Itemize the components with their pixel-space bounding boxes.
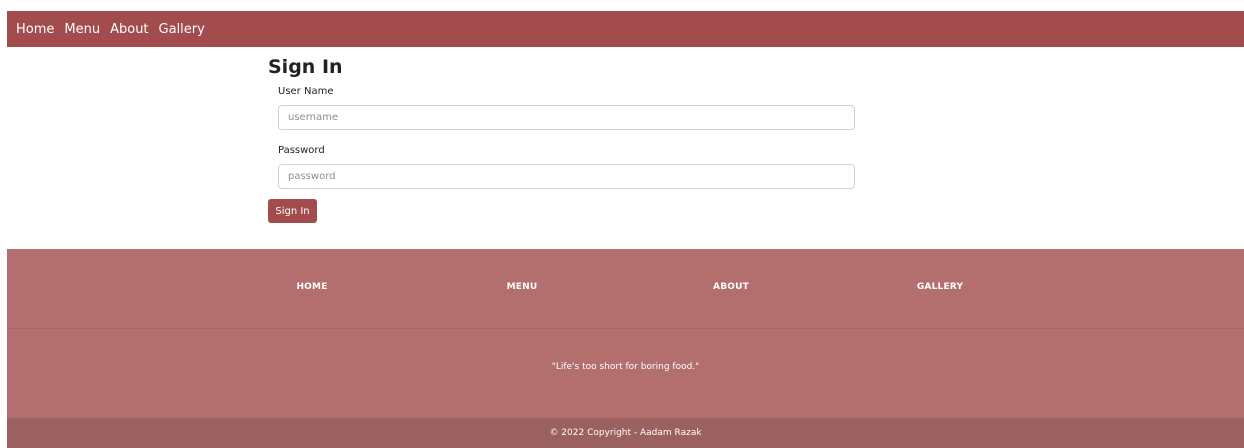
copyright-bar: © 2022 Copyright - Aadam Razak [7, 418, 1244, 448]
nav-link-gallery[interactable]: Gallery [159, 22, 205, 37]
page: Home Menu About Gallery Sign In User Nam… [0, 0, 1244, 448]
page-title: Sign In [268, 56, 343, 78]
footer-nav: HOME MENU ABOUT GALLERY [7, 249, 1244, 329]
top-navbar: Home Menu About Gallery [7, 11, 1244, 47]
signin-button[interactable]: Sign In [268, 199, 317, 223]
copyright-text: © 2022 Copyright - Aadam Razak [549, 428, 702, 438]
footer: HOME MENU ABOUT GALLERY "Life's too shor… [7, 249, 1244, 448]
footer-link-menu[interactable]: MENU [507, 282, 538, 292]
password-input[interactable] [278, 164, 855, 189]
footer-quote: "Life's too short for boring food." [551, 362, 700, 372]
signin-form: Sign In User Name Password Sign In [268, 55, 858, 223]
footer-link-gallery[interactable]: GALLERY [917, 282, 963, 292]
password-label: Password [278, 145, 325, 156]
username-input[interactable] [278, 105, 855, 130]
nav-link-menu[interactable]: Menu [64, 22, 100, 37]
nav-link-home[interactable]: Home [16, 22, 54, 37]
footer-link-home[interactable]: HOME [296, 282, 327, 292]
username-label: User Name [278, 86, 334, 97]
footer-link-about[interactable]: ABOUT [713, 282, 749, 292]
nav-link-about[interactable]: About [110, 22, 148, 37]
